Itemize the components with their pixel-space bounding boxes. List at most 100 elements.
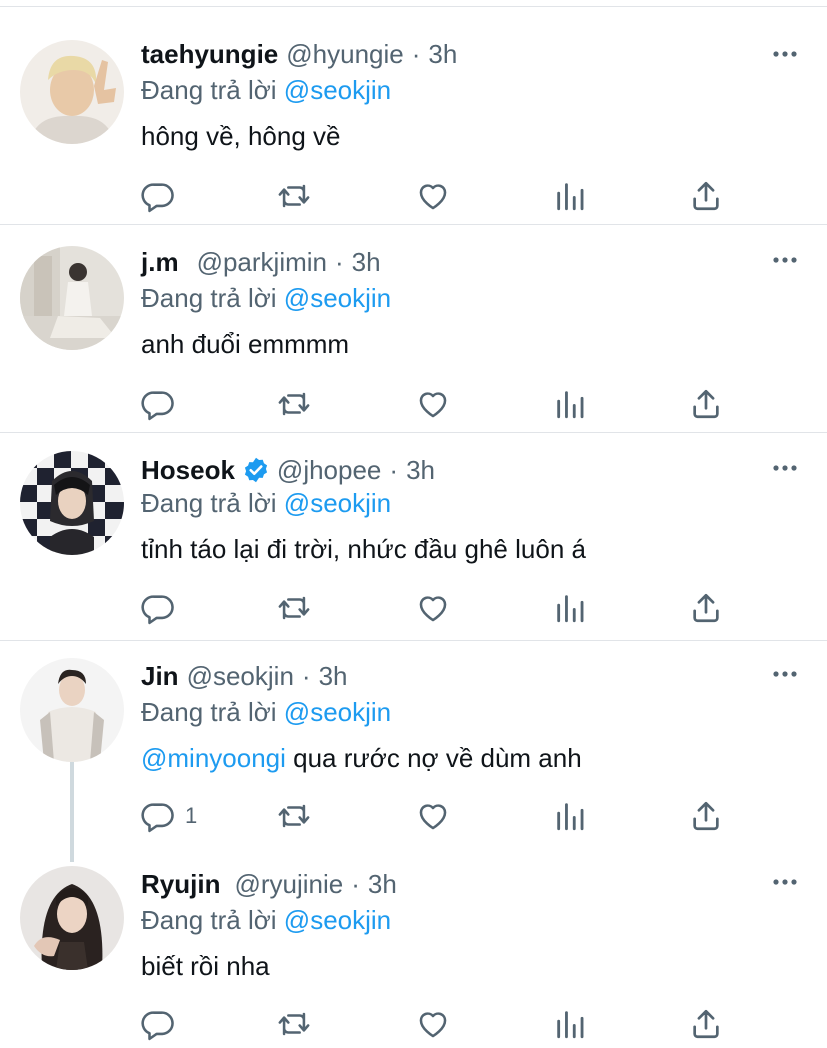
retweet-icon — [278, 804, 310, 828]
avatar-jm[interactable] — [20, 246, 124, 350]
views-button[interactable] — [553, 798, 587, 834]
separator-dot: · — [389, 455, 399, 485]
like-button[interactable] — [416, 1006, 450, 1042]
tweet-divider — [0, 640, 827, 641]
reply-button[interactable] — [141, 178, 175, 214]
more-icon[interactable] — [771, 40, 799, 68]
avatar-taehyungie[interactable] — [20, 40, 124, 144]
views-button[interactable] — [553, 386, 587, 422]
heart-icon — [419, 392, 447, 418]
share-icon — [693, 389, 719, 419]
share-button[interactable] — [689, 1006, 723, 1042]
like-button[interactable] — [416, 386, 450, 422]
timestamp[interactable]: 3h — [368, 868, 397, 900]
tweet-actions — [141, 178, 731, 214]
views-button[interactable] — [553, 590, 587, 626]
display-name[interactable]: Ryujin — [141, 868, 220, 900]
tweet-text: biết rồi nha — [141, 951, 270, 981]
retweet-button[interactable] — [277, 590, 311, 626]
replying-to: Đang trả lời @seokjin — [141, 696, 391, 728]
bar-chart-icon — [557, 183, 584, 211]
top-divider — [0, 6, 827, 7]
share-button[interactable] — [689, 386, 723, 422]
reply-button[interactable] — [141, 1006, 175, 1042]
retweet-button[interactable] — [277, 1006, 311, 1042]
avatar-jin[interactable] — [20, 658, 124, 762]
tweet-header: Ryujin @ryujinie · 3h — [141, 868, 397, 900]
user-handle[interactable]: @ryujinie — [234, 868, 343, 900]
display-name[interactable]: j.m — [141, 246, 179, 278]
reply-button[interactable] — [141, 386, 175, 422]
views-button[interactable] — [553, 1006, 587, 1042]
replying-to: Đang trả lời @seokjin — [141, 74, 391, 106]
tweet-header: Jin @seokjin · 3h — [141, 660, 348, 692]
replying-to-label: Đang trả lời — [141, 283, 277, 313]
avatar-ryujin[interactable] — [20, 866, 124, 970]
replying-to: Đang trả lời @seokjin — [141, 487, 391, 519]
more-icon[interactable] — [771, 660, 799, 688]
tweet-text: @minyoongi qua rước nợ về dùm anh — [141, 742, 582, 774]
more-icon[interactable] — [771, 868, 799, 896]
bar-chart-icon — [557, 595, 584, 623]
separator-dot: · — [411, 39, 421, 69]
replying-to: Đang trả lời @seokjin — [141, 904, 391, 936]
user-handle[interactable]: @jhopee — [277, 454, 381, 486]
retweet-button[interactable] — [277, 386, 311, 422]
reply-button[interactable]: 1 — [141, 798, 197, 834]
retweet-icon — [278, 392, 310, 416]
replying-to-label: Đang trả lời — [141, 697, 277, 727]
replying-to-label: Đang trả lời — [141, 488, 277, 518]
display-name[interactable]: Hoseok — [141, 454, 235, 486]
share-button[interactable] — [689, 798, 723, 834]
heart-icon — [419, 1012, 447, 1038]
retweet-icon — [278, 1012, 310, 1036]
retweet-icon — [278, 596, 310, 620]
share-icon — [693, 181, 719, 211]
views-button[interactable] — [553, 178, 587, 214]
retweet-button[interactable] — [277, 798, 311, 834]
avatar-hoseok[interactable] — [20, 451, 124, 555]
tweet-header: Hoseok @jhopee · 3h — [141, 454, 435, 486]
tweet-text: anh đuổi emmmm — [141, 329, 350, 359]
replying-to-mention[interactable]: @seokjin — [284, 905, 391, 935]
share-button[interactable] — [689, 178, 723, 214]
like-button[interactable] — [416, 178, 450, 214]
more-icon[interactable] — [771, 246, 799, 274]
timestamp[interactable]: 3h — [428, 38, 457, 70]
separator-dot: · — [335, 247, 344, 277]
replying-to-mention[interactable]: @seokjin — [284, 283, 391, 313]
like-button[interactable] — [416, 798, 450, 834]
verified-badge-icon — [244, 457, 268, 483]
retweet-button[interactable] — [277, 178, 311, 214]
share-button[interactable] — [689, 590, 723, 626]
like-button[interactable] — [416, 590, 450, 626]
reply-count: 1 — [185, 803, 198, 828]
tweet-divider — [0, 432, 827, 433]
tweet-actions — [141, 590, 731, 626]
timestamp[interactable]: 3h — [352, 246, 381, 278]
replying-to-mention[interactable]: @seokjin — [284, 488, 391, 518]
display-name[interactable]: taehyungie — [141, 38, 278, 70]
avatar-image — [20, 246, 124, 350]
tweet-text: hông về, hông về — [141, 121, 341, 151]
replying-to-mention[interactable]: @seokjin — [284, 697, 391, 727]
replying-to-label: Đang trả lời — [141, 75, 277, 105]
user-handle[interactable]: @seokjin — [187, 660, 294, 692]
more-icon[interactable] — [771, 454, 799, 482]
timestamp[interactable]: 3h — [406, 454, 435, 486]
thread-line — [70, 762, 74, 862]
user-handle[interactable]: @parkjimin — [197, 246, 327, 278]
bar-chart-icon — [557, 1011, 584, 1039]
user-handle[interactable]: @hyungie — [286, 38, 403, 70]
tweet-actions — [141, 386, 731, 422]
reply-button[interactable] — [141, 590, 175, 626]
timestamp[interactable]: 3h — [319, 660, 348, 692]
heart-icon — [419, 804, 447, 830]
replying-to-label: Đang trả lời — [141, 905, 277, 935]
tweet-text: tỉnh táo lại đi trời, nhức đầu ghê luôn … — [141, 534, 586, 564]
text-mention[interactable]: @minyoongi — [141, 743, 286, 773]
replying-to-mention[interactable]: @seokjin — [284, 75, 391, 105]
heart-icon — [419, 184, 447, 210]
replying-to: Đang trả lời @seokjin — [141, 282, 391, 314]
display-name[interactable]: Jin — [141, 660, 179, 692]
